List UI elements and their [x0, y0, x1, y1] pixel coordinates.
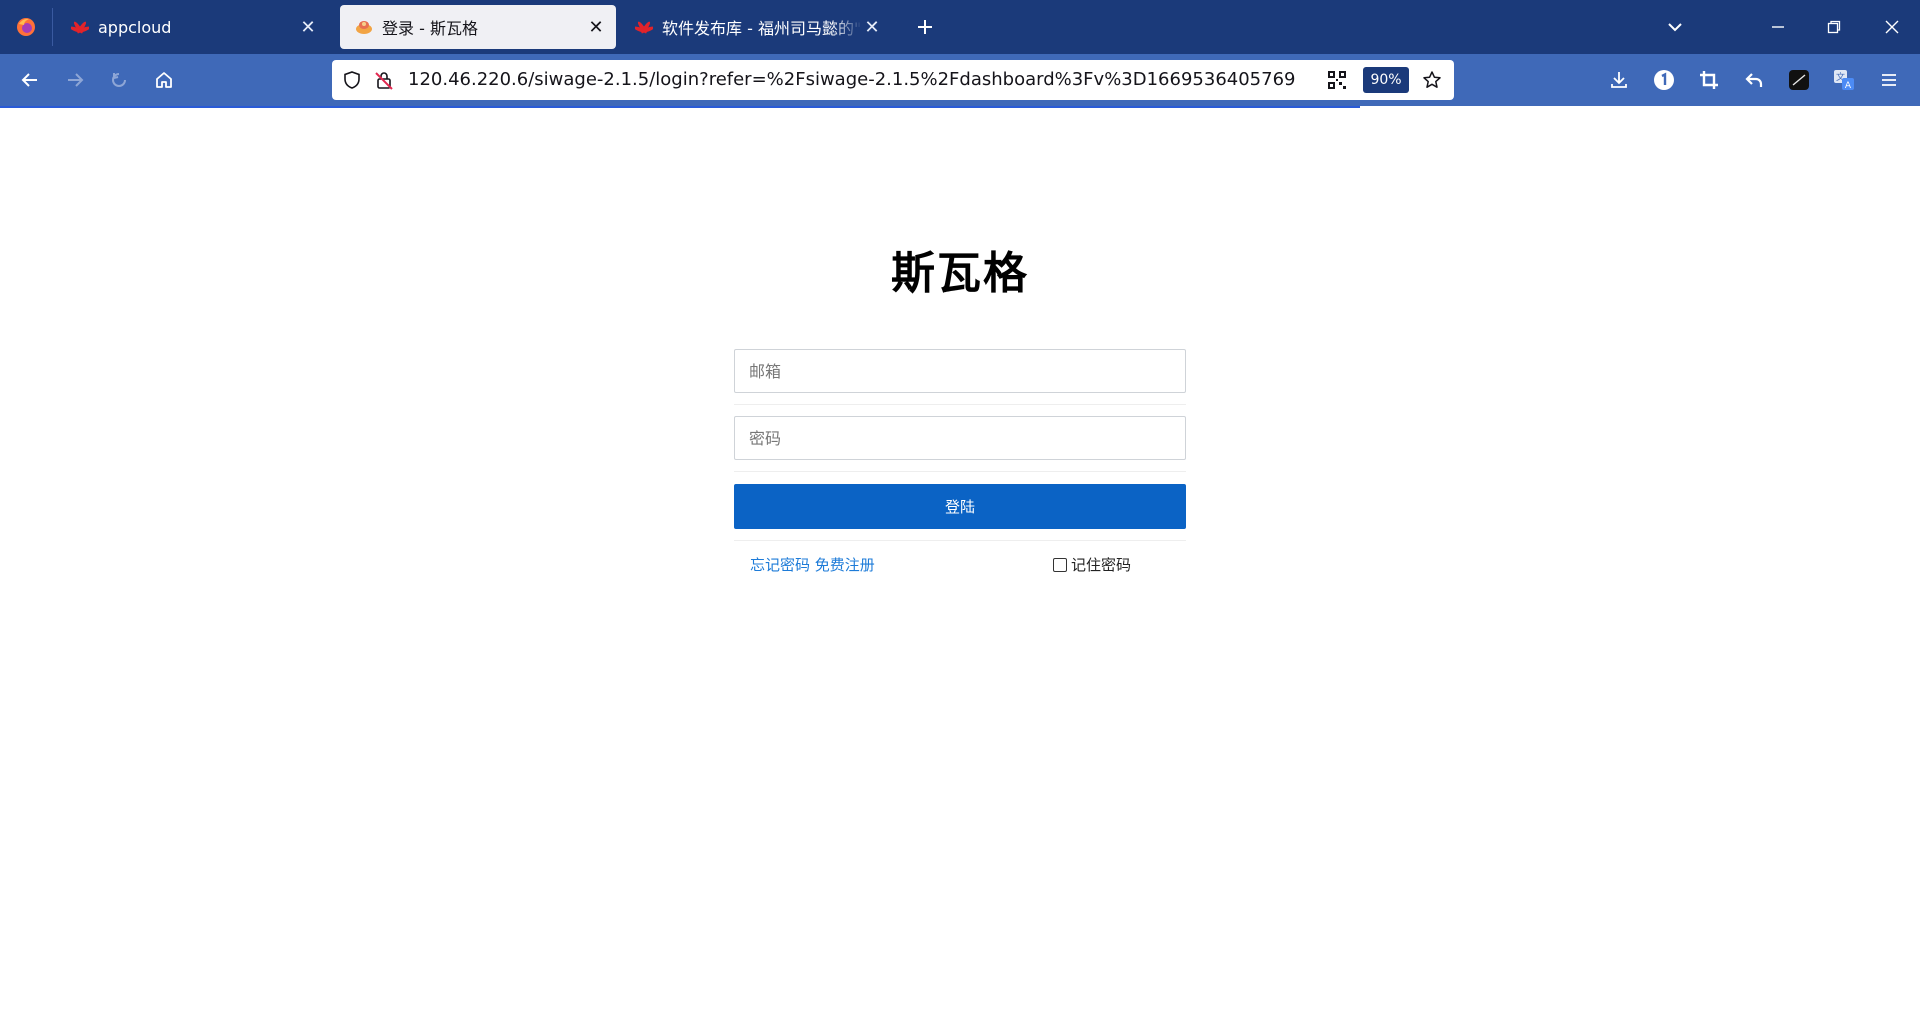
- remember-password-option[interactable]: 记住密码: [1053, 554, 1131, 575]
- divider: [734, 540, 1186, 541]
- remember-password-label: 记住密码: [1071, 556, 1132, 574]
- minimize-icon: [1772, 26, 1784, 28]
- undo-icon: [1745, 73, 1763, 87]
- divider: [734, 404, 1186, 405]
- divider: [734, 471, 1186, 472]
- restore-button[interactable]: [1806, 0, 1862, 54]
- app-menu-button[interactable]: [1871, 62, 1907, 98]
- crop-icon: [1700, 71, 1718, 89]
- navigation-toolbar: 120.46.220.6/siwage-2.1.5/login?refer=%2…: [0, 54, 1920, 106]
- bookmark-star-icon[interactable]: [1422, 70, 1442, 90]
- shield-icon[interactable]: [342, 70, 362, 90]
- site-logo: 斯瓦格: [891, 248, 1029, 299]
- zoom-level-button[interactable]: 90%: [1363, 67, 1409, 93]
- auth-links: 忘记密码 免费注册: [750, 554, 875, 575]
- tab-close-icon[interactable]: ✕: [862, 17, 882, 38]
- reload-button[interactable]: [101, 62, 137, 98]
- password-manager-icon: [1654, 70, 1674, 90]
- download-icon: [1611, 72, 1627, 88]
- tab-title: 软件发布库 - 福州司马懿的"斯瓦: [662, 19, 862, 38]
- translate-button[interactable]: 文A: [1826, 62, 1862, 98]
- page-load-progress: [0, 106, 1360, 108]
- qr-code-icon[interactable]: [1327, 70, 1347, 90]
- tab-software-repo[interactable]: 软件发布库 - 福州司马懿的"斯瓦 ✕: [620, 5, 892, 49]
- reload-icon: [112, 73, 126, 87]
- home-icon: [156, 72, 172, 88]
- minimize-button[interactable]: [1750, 0, 1806, 54]
- back-button[interactable]: [12, 62, 48, 98]
- swagger-icon: [354, 17, 374, 37]
- tab-separator: [52, 8, 53, 46]
- firefox-icon: [17, 18, 35, 36]
- extension-icon: [1789, 70, 1809, 90]
- list-all-tabs-button[interactable]: [1660, 12, 1690, 42]
- chevron-down-icon: [1668, 23, 1682, 32]
- close-window-button[interactable]: [1864, 0, 1920, 54]
- firefox-menu-button[interactable]: [0, 0, 52, 54]
- tab-close-icon[interactable]: ✕: [586, 17, 606, 38]
- tab-strip: appcloud ✕ 登录 - 斯瓦格 ✕ 软件发布库 - 福州司马懿的"斯瓦 …: [0, 0, 1920, 54]
- plus-icon: [918, 20, 932, 34]
- restore-icon: [1827, 20, 1841, 34]
- tab-title: appcloud: [98, 17, 172, 37]
- undo-close-tab-button[interactable]: [1736, 62, 1772, 98]
- extension-dark-button[interactable]: [1781, 62, 1817, 98]
- arrow-left-icon: [21, 73, 37, 87]
- home-button[interactable]: [146, 62, 182, 98]
- email-field[interactable]: [734, 349, 1186, 393]
- url-bar[interactable]: 120.46.220.6/siwage-2.1.5/login?refer=%2…: [332, 60, 1454, 100]
- insecure-lock-icon[interactable]: [374, 70, 394, 90]
- remember-password-checkbox[interactable]: [1053, 557, 1067, 572]
- forgot-password-link[interactable]: 忘记密码: [750, 556, 810, 574]
- password-field[interactable]: [734, 416, 1186, 460]
- screenshot-button[interactable]: [1691, 62, 1727, 98]
- hamburger-menu-icon: [1882, 74, 1896, 86]
- new-tab-button[interactable]: [910, 12, 940, 42]
- password-manager-button[interactable]: [1646, 62, 1682, 98]
- tab-close-icon[interactable]: ✕: [298, 17, 318, 38]
- tab-appcloud[interactable]: appcloud ✕: [56, 5, 328, 49]
- tab-login[interactable]: 登录 - 斯瓦格 ✕: [340, 5, 616, 49]
- register-link[interactable]: 免费注册: [815, 556, 875, 574]
- login-button[interactable]: 登陆: [734, 484, 1186, 529]
- arrow-right-icon: [68, 73, 84, 87]
- huawei-icon: [634, 17, 654, 37]
- close-icon: [1885, 20, 1899, 34]
- svg-text:A: A: [1845, 81, 1852, 91]
- huawei-icon: [70, 17, 90, 37]
- forward-button[interactable]: [57, 62, 93, 98]
- tab-title: 登录 - 斯瓦格: [382, 19, 478, 38]
- downloads-button[interactable]: [1601, 62, 1637, 98]
- url-text[interactable]: 120.46.220.6/siwage-2.1.5/login?refer=%2…: [408, 60, 1295, 100]
- translate-icon: 文A: [1834, 70, 1854, 91]
